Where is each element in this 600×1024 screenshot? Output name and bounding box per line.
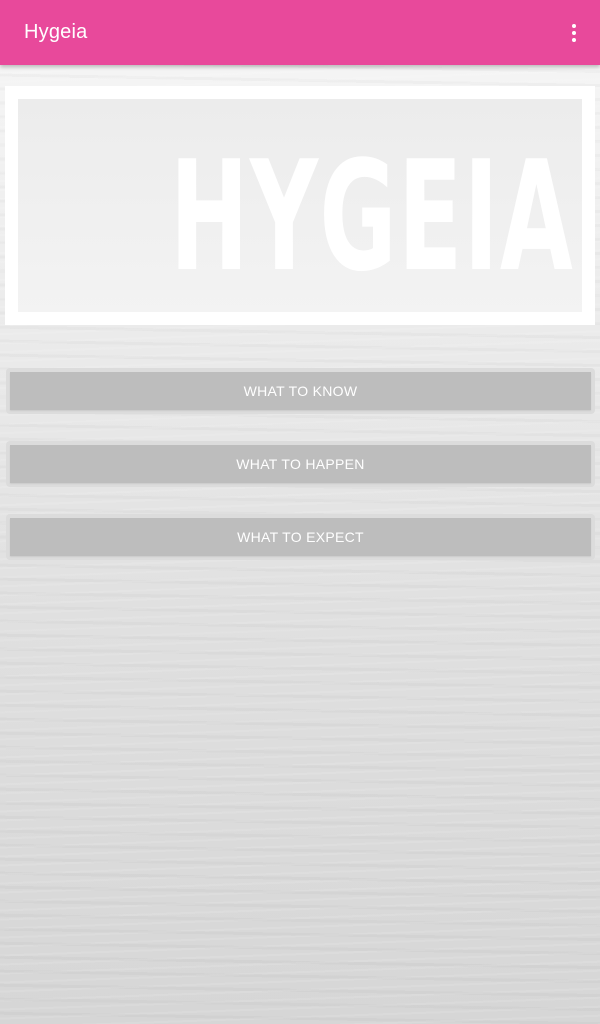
what-to-happen-label: WHAT TO HAPPEN — [10, 445, 591, 483]
dot — [572, 31, 576, 35]
what-to-happen-button[interactable]: WHAT TO HAPPEN — [6, 441, 595, 487]
what-to-know-button[interactable]: WHAT TO KNOW — [6, 368, 595, 414]
app-bar: Hygeia — [0, 0, 600, 65]
what-to-expect-button[interactable]: WHAT TO EXPECT — [6, 514, 595, 560]
what-to-know-label: WHAT TO KNOW — [10, 372, 591, 410]
what-to-expect-label: WHAT TO EXPECT — [10, 518, 591, 556]
hygeia-banner: HYGEIA — [5, 86, 595, 325]
banner-logo-text: HYGEIA — [169, 128, 574, 305]
dot — [572, 24, 576, 28]
dot — [572, 38, 576, 42]
app-title: Hygeia — [24, 21, 88, 43]
more-vert-icon[interactable] — [562, 18, 586, 48]
